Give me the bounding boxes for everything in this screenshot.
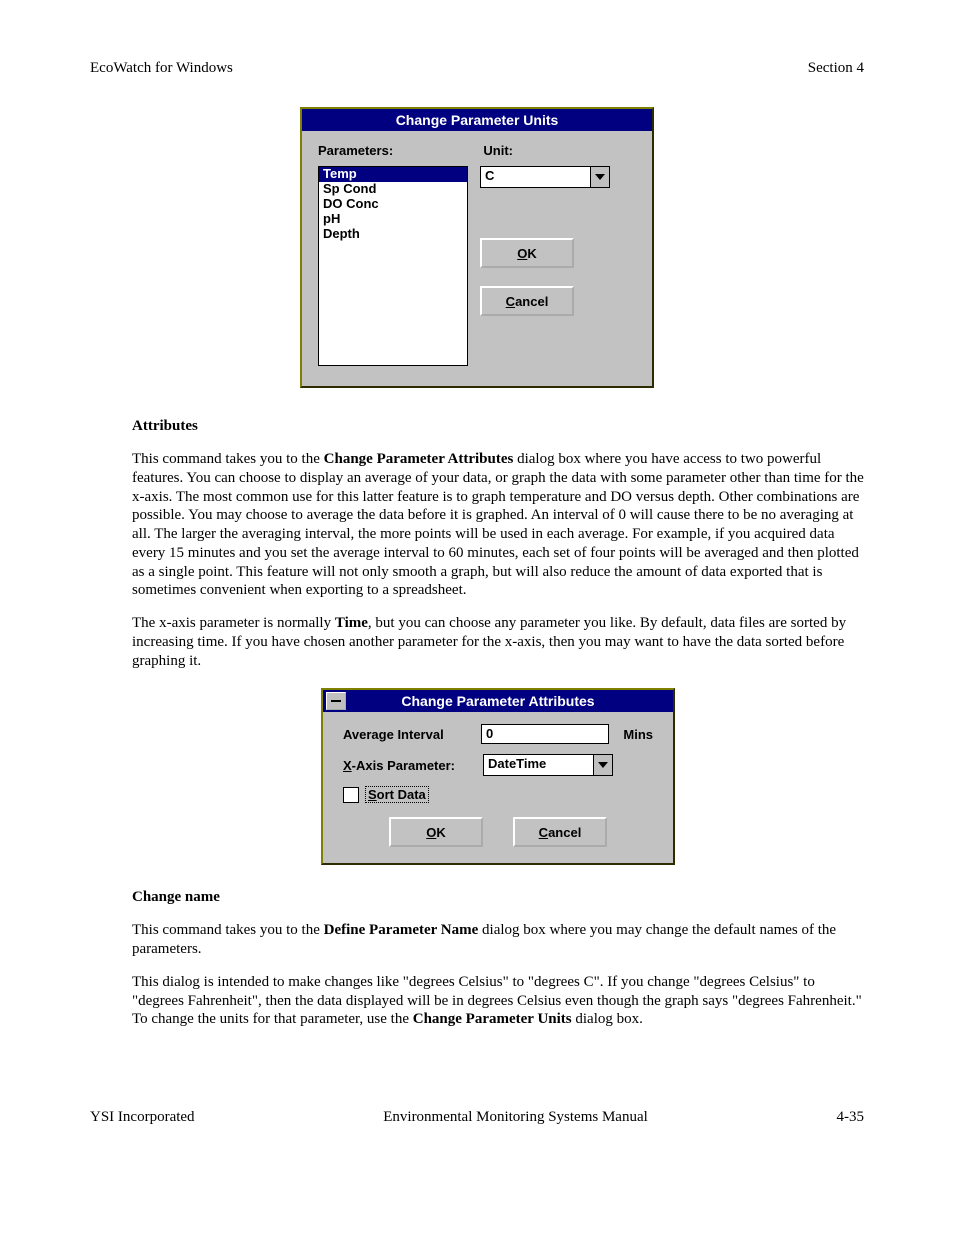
change-name-para-1: This command takes you to the Define Par… — [132, 921, 864, 959]
footer-right: 4-35 — [837, 1109, 865, 1126]
chevron-down-icon[interactable] — [590, 167, 609, 187]
list-item[interactable]: Depth — [319, 227, 467, 242]
mins-label: Mins — [623, 727, 653, 742]
attributes-para-2: The x-axis parameter is normally Time, b… — [132, 614, 864, 670]
list-item[interactable]: Sp Cond — [319, 182, 467, 197]
average-interval-input[interactable]: 0 — [481, 724, 609, 744]
header-left: EcoWatch for Windows — [90, 60, 233, 77]
unit-label: Unit: — [483, 143, 636, 158]
cancel-button[interactable]: Cancel — [480, 286, 574, 316]
ok-button[interactable]: OK — [389, 817, 483, 847]
parameters-label: Parameters: — [318, 143, 471, 158]
change-parameter-attributes-dialog: Change Parameter Attributes Average Inte… — [321, 688, 675, 865]
header-right: Section 4 — [808, 60, 864, 77]
x-axis-parameter-label: X-Axis Parameter: — [343, 758, 483, 773]
parameters-listbox[interactable]: Temp Sp Cond DO Conc pH Depth — [318, 166, 468, 366]
x-axis-parameter-dropdown[interactable]: DateTime — [483, 754, 613, 776]
change-name-heading: Change name — [132, 889, 864, 906]
x-axis-value: DateTime — [484, 755, 593, 775]
ok-button[interactable]: OK — [480, 238, 574, 268]
unit-dropdown[interactable]: C — [480, 166, 610, 188]
attributes-para-1: This command takes you to the Change Par… — [132, 450, 864, 600]
attributes-heading: Attributes — [132, 418, 864, 435]
dialog-title: Change Parameter Units — [302, 109, 652, 131]
average-interval-label: Average Interval — [343, 727, 481, 742]
change-parameter-units-dialog: Change Parameter Units Parameters: Unit:… — [300, 107, 654, 388]
list-item[interactable]: Temp — [319, 167, 467, 182]
cancel-button[interactable]: Cancel — [513, 817, 607, 847]
footer-center: Environmental Monitoring Systems Manual — [195, 1109, 837, 1126]
unit-value: C — [481, 167, 590, 187]
sort-data-label: Sort Data — [365, 786, 429, 803]
system-menu-icon[interactable] — [326, 692, 346, 710]
dialog-title: Change Parameter Attributes — [323, 690, 673, 712]
footer-left: YSI Incorporated — [90, 1109, 195, 1126]
change-name-para-2: This dialog is intended to make changes … — [132, 973, 864, 1029]
chevron-down-icon[interactable] — [593, 755, 612, 775]
sort-data-checkbox[interactable] — [343, 787, 359, 803]
list-item[interactable]: DO Conc — [319, 197, 467, 212]
list-item[interactable]: pH — [319, 212, 467, 227]
